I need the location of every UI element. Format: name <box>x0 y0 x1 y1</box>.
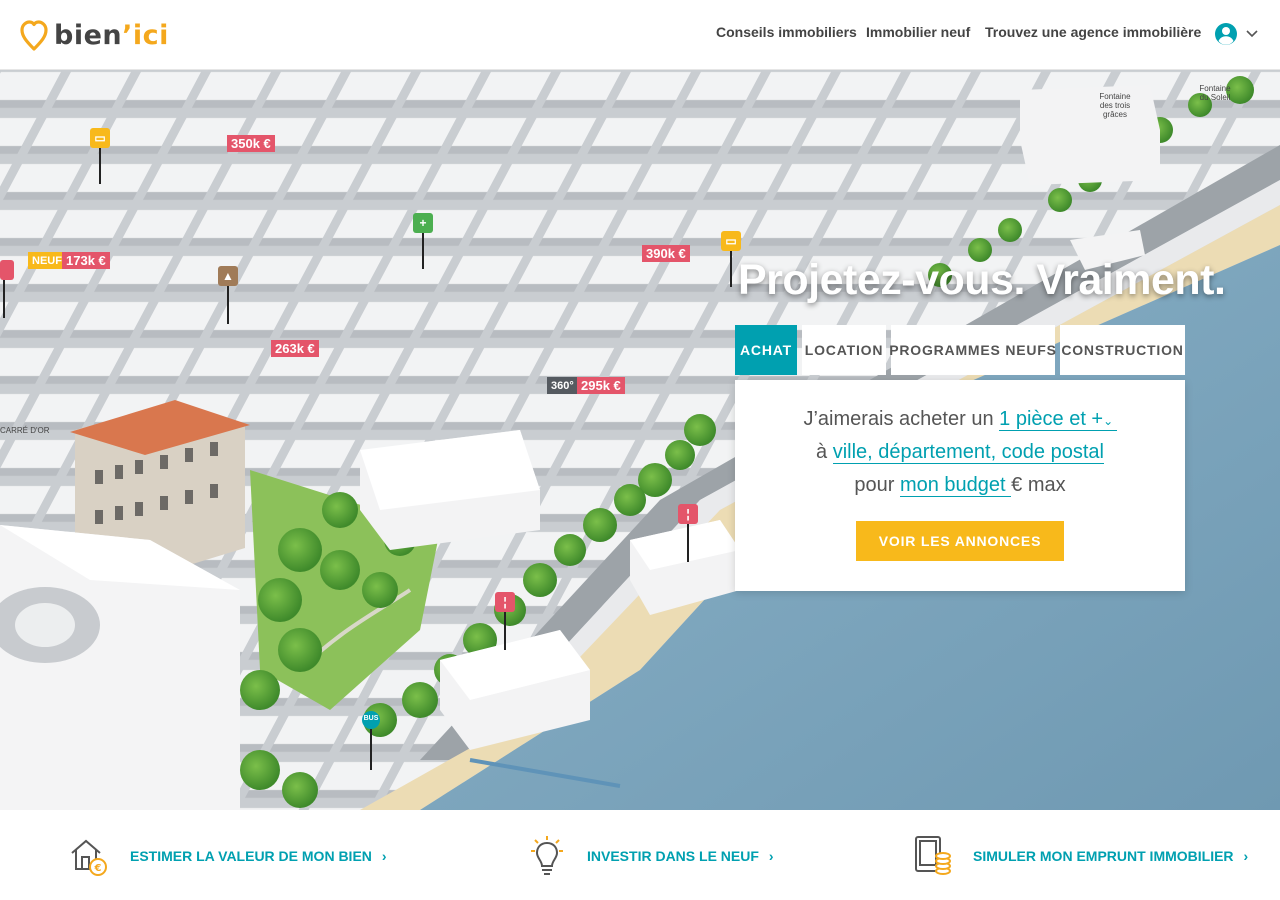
bottom-links: € ESTIMER LA VALEUR DE MON BIEN › INVEST… <box>0 810 1280 900</box>
marker-pole <box>504 612 506 650</box>
shop-marker-icon[interactable]: ▭ <box>90 128 110 148</box>
estimer-valeur-link[interactable]: € ESTIMER LA VALEUR DE MON BIEN › <box>68 834 387 878</box>
price-tag-173k[interactable]: 173k € <box>62 252 110 269</box>
chevron-right-icon: › <box>1243 848 1249 864</box>
calculator-coins-icon <box>915 836 951 875</box>
hero: ▭ 350k € + ▭ NEUF 173k € 390k € ▲ 263k €… <box>0 70 1280 810</box>
user-menu-button[interactable] <box>1214 22 1258 46</box>
pharmacy-marker-icon[interactable]: + <box>413 213 433 233</box>
voir-annonces-button[interactable]: VOIR LES ANNONCES <box>856 521 1064 561</box>
price-tag-350k[interactable]: 350k € <box>227 135 275 152</box>
price-tag-263k[interactable]: 263k € <box>271 340 319 357</box>
simuler-emprunt-link[interactable]: SIMULER MON EMPRUNT IMMOBILIER › <box>913 834 1248 878</box>
header: bien’ici Conseils immobiliers Immobilier… <box>0 0 1280 70</box>
budget-input[interactable]: mon budget <box>899 474 1012 497</box>
tab-programmes-neufs[interactable]: PROGRAMMES NEUFS <box>889 325 1056 375</box>
tab-achat[interactable]: ACHAT <box>735 325 797 375</box>
nav-trouvez-agence[interactable]: Trouvez une agence immobilière <box>985 24 1201 40</box>
hero-tagline: Projetez-vous. Vraiment. <box>738 256 1226 304</box>
restaurant-marker-icon-2[interactable]: ¦ <box>678 504 698 524</box>
simuler-emprunt-label: SIMULER MON EMPRUNT IMMOBILIER <box>973 848 1234 864</box>
bus-stop-icon[interactable]: BUS <box>362 714 380 723</box>
marker-pole <box>687 524 689 562</box>
restaurant-marker-icon-3[interactable]: ¦ <box>495 592 515 612</box>
search-line-rooms: J’aimerais acheter un 1 pièce et +⌄ <box>803 408 1117 431</box>
price-tag-295k[interactable]: 295k € <box>577 377 625 394</box>
chevron-right-icon: › <box>381 848 387 864</box>
lightbulb-icon <box>531 836 563 875</box>
map-label-carre-dor: CARRÉ D'OR <box>0 426 50 435</box>
marker-pole <box>227 286 229 324</box>
main-nav: Conseils immobiliers Immobilier neuf Tro… <box>0 24 1280 46</box>
tab-construction[interactable]: CONSTRUCTION <box>1060 325 1185 375</box>
rooms-select[interactable]: 1 pièce et +⌄ <box>999 408 1117 431</box>
house-euro-icon: € <box>71 839 107 876</box>
tab-location[interactable]: LOCATION <box>802 325 886 375</box>
search-card: J’aimerais acheter un 1 pièce et +⌄ à vi… <box>735 380 1185 591</box>
estimer-valeur-label: ESTIMER LA VALEUR DE MON BIEN <box>130 848 372 864</box>
search-line-location: à ville, département, code postal <box>816 441 1104 464</box>
investir-neuf-link[interactable]: INVESTIR DANS LE NEUF › <box>527 834 774 878</box>
location-input[interactable]: ville, département, code postal <box>832 441 1104 464</box>
chevron-down-icon <box>1246 30 1258 38</box>
nav-immobilier-neuf[interactable]: Immobilier neuf <box>866 24 970 40</box>
map-label-fontaine-soleil: Fontaine du Soleil <box>1199 84 1231 102</box>
map-label-fontaine-graces: Fontaine des trois grâces <box>1099 92 1131 119</box>
new-badge: NEUF <box>28 252 66 269</box>
view-360-badge: 360° <box>547 377 578 394</box>
shop-marker-icon-2[interactable]: ▭ <box>721 231 741 251</box>
marker-pole <box>422 233 424 269</box>
school-marker-icon[interactable]: ▲ <box>218 266 238 286</box>
search-line-budget: pour mon budget € max <box>854 474 1066 497</box>
svg-text:€: € <box>94 863 102 874</box>
nav-conseils-immobiliers[interactable]: Conseils immobiliers <box>716 24 857 40</box>
restaurant-marker-icon[interactable] <box>0 260 14 280</box>
marker-pole <box>99 148 101 184</box>
chevron-right-icon: › <box>768 848 774 864</box>
price-tag-390k[interactable]: 390k € <box>642 245 690 262</box>
user-circle-icon <box>1215 23 1237 45</box>
marker-pole <box>730 251 732 287</box>
marker-pole <box>3 280 5 318</box>
chevron-down-icon: ⌄ <box>1103 414 1117 428</box>
investir-neuf-label: INVESTIR DANS LE NEUF <box>587 848 759 864</box>
